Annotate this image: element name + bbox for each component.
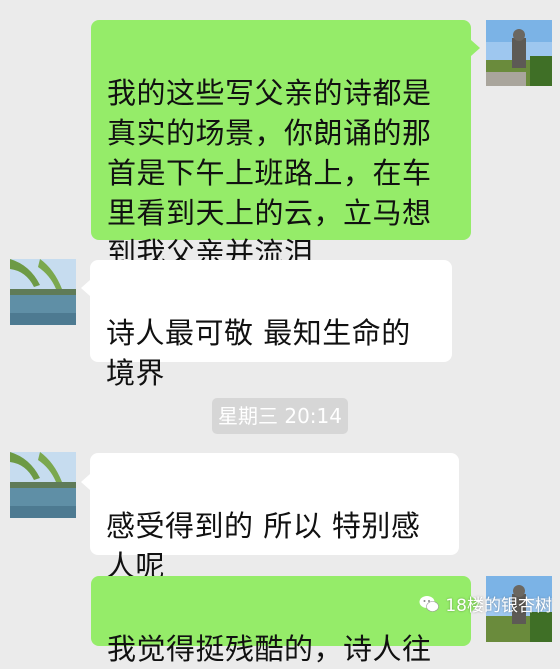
- watermark: 18楼的银杏树: [419, 591, 552, 616]
- message-bubble-incoming[interactable]: 诗人最可敬 最知生命的 境界: [90, 260, 452, 390]
- message-bubble-outgoing[interactable]: 我觉得挺残酷的，诗人往: [91, 576, 471, 666]
- message-text: 感受得到的 所以 特别感 人呢: [106, 509, 421, 583]
- avatar-contact[interactable]: [10, 452, 76, 518]
- bubble-tail: [81, 280, 90, 296]
- message-text: 诗人最可敬 最知生命的 境界: [106, 316, 411, 390]
- message-bubble-outgoing[interactable]: 我的这些写父亲的诗都是 真实的场景，你朗诵的那 首是下午上班路上，在车 里看到天…: [91, 20, 471, 270]
- bubble-tail: [471, 40, 480, 56]
- bubble-tail: [81, 474, 90, 490]
- message-text: 我觉得挺残酷的，诗人往: [107, 632, 432, 666]
- timestamp: 星期三 20:14: [212, 398, 348, 434]
- statue-photo-icon: [486, 20, 552, 86]
- lake-willow-photo-icon: [10, 452, 76, 518]
- watermark-text: 18楼的银杏树: [445, 596, 552, 616]
- message-bubble-incoming[interactable]: 感受得到的 所以 特别感 人呢: [90, 453, 459, 583]
- lake-willow-photo-icon: [10, 259, 76, 325]
- avatar-contact[interactable]: [10, 259, 76, 325]
- avatar-self[interactable]: [486, 20, 552, 86]
- wechat-icon: [419, 595, 440, 612]
- message-text: 我的这些写父亲的诗都是 真实的场景，你朗诵的那 首是下午上班路上，在车 里看到天…: [107, 76, 432, 270]
